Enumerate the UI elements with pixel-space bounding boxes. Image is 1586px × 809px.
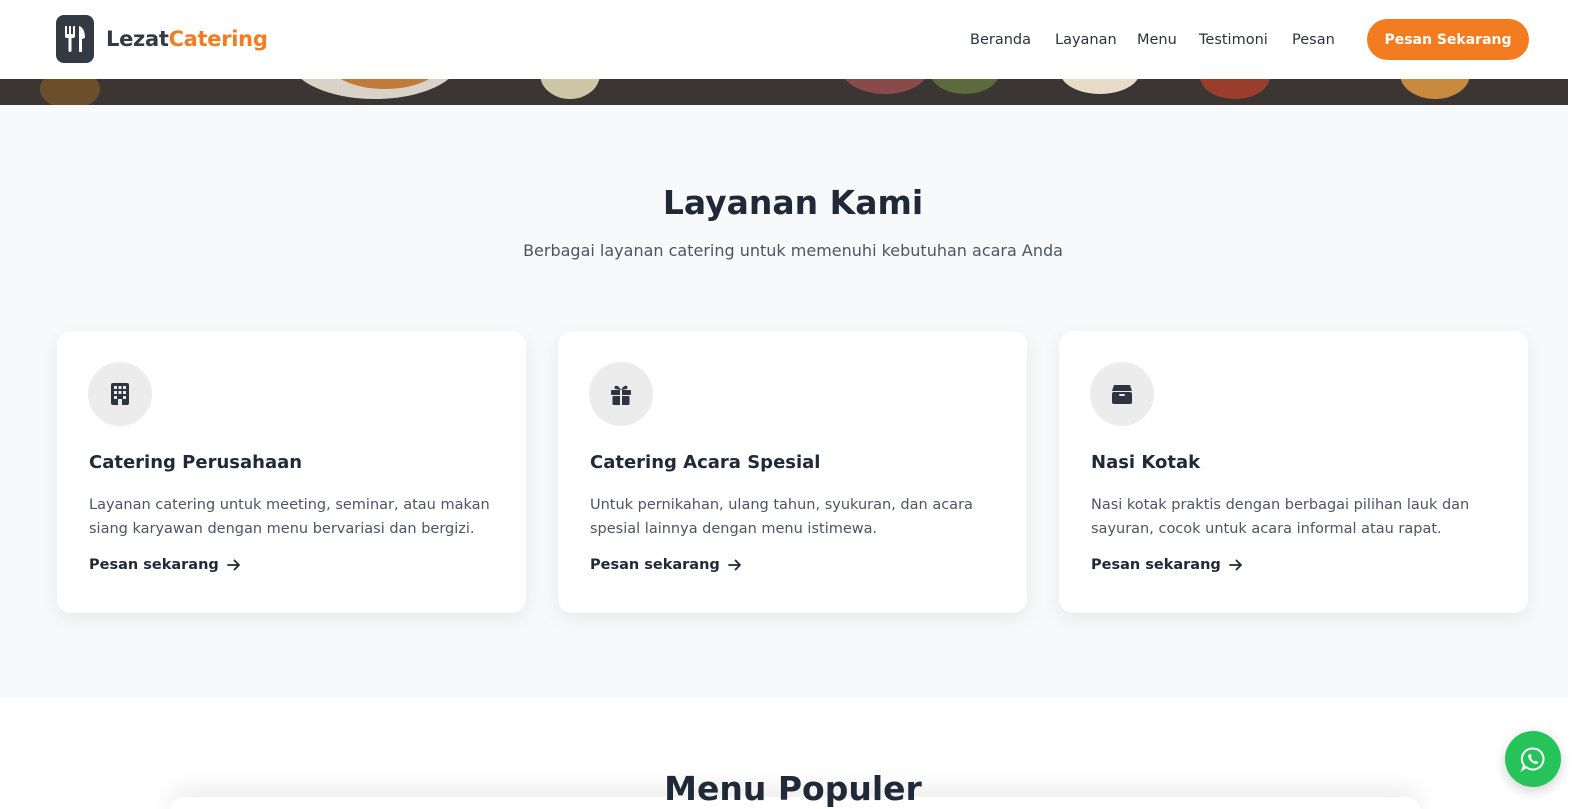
utensils-icon xyxy=(56,15,94,63)
card-title: Catering Perusahaan xyxy=(89,452,303,473)
services-section: Layanan Kami Berbagai layanan catering u… xyxy=(0,105,1586,697)
card-description: Nasi kotak praktis dengan berbagai pilih… xyxy=(1091,497,1470,537)
order-now-button[interactable]: Pesan Sekarang xyxy=(1367,19,1529,60)
arrow-right-icon xyxy=(226,559,241,571)
site-header: LezatCatering Beranda Layanan Menu Testi… xyxy=(0,0,1586,79)
arrow-right-icon xyxy=(727,559,742,571)
service-card-corporate: Catering Perusahaan Layanan catering unt… xyxy=(57,331,526,613)
service-card-rice-box: Nasi Kotak Nasi kotak praktis dengan ber… xyxy=(1059,331,1528,613)
menu-section: Menu Populer xyxy=(0,697,1586,809)
section-title: Layanan Kami xyxy=(662,183,924,222)
nav-beranda[interactable]: Beranda xyxy=(970,32,1031,48)
box-icon xyxy=(1090,362,1154,426)
section-subtitle: Berbagai layanan catering untuk memenuhi… xyxy=(523,241,1063,260)
card-title: Catering Acara Spesial xyxy=(590,452,821,473)
gift-icon xyxy=(589,362,653,426)
menu-section-title: Menu Populer xyxy=(664,769,922,808)
order-link[interactable]: Pesan sekarang xyxy=(590,557,742,573)
brand-name: LezatCatering xyxy=(106,27,268,51)
order-link[interactable]: Pesan sekarang xyxy=(1091,557,1243,573)
card-title: Nasi Kotak xyxy=(1091,452,1201,473)
nav-menu[interactable]: Menu xyxy=(1137,32,1177,48)
nav-pesan[interactable]: Pesan xyxy=(1292,32,1335,48)
arrow-right-icon xyxy=(1228,559,1243,571)
building-icon xyxy=(88,362,152,426)
nav-layanan[interactable]: Layanan xyxy=(1055,32,1117,48)
brand-logo[interactable]: LezatCatering xyxy=(56,15,268,63)
order-link-label: Pesan sekarang xyxy=(89,557,219,573)
nav-testimoni[interactable]: Testimoni xyxy=(1199,32,1268,48)
card-description: Untuk pernikahan, ulang tahun, syukuran,… xyxy=(590,497,973,537)
whatsapp-button[interactable] xyxy=(1505,731,1561,787)
order-link[interactable]: Pesan sekarang xyxy=(89,557,241,573)
order-link-label: Pesan sekarang xyxy=(590,557,720,573)
whatsapp-icon xyxy=(1520,747,1545,772)
scrollbar[interactable] xyxy=(1568,0,1586,809)
order-link-label: Pesan sekarang xyxy=(1091,557,1221,573)
service-card-special-event: Catering Acara Spesial Untuk pernikahan,… xyxy=(558,331,1027,613)
hero-image xyxy=(0,79,1586,105)
card-description: Layanan catering untuk meeting, seminar,… xyxy=(89,497,490,537)
